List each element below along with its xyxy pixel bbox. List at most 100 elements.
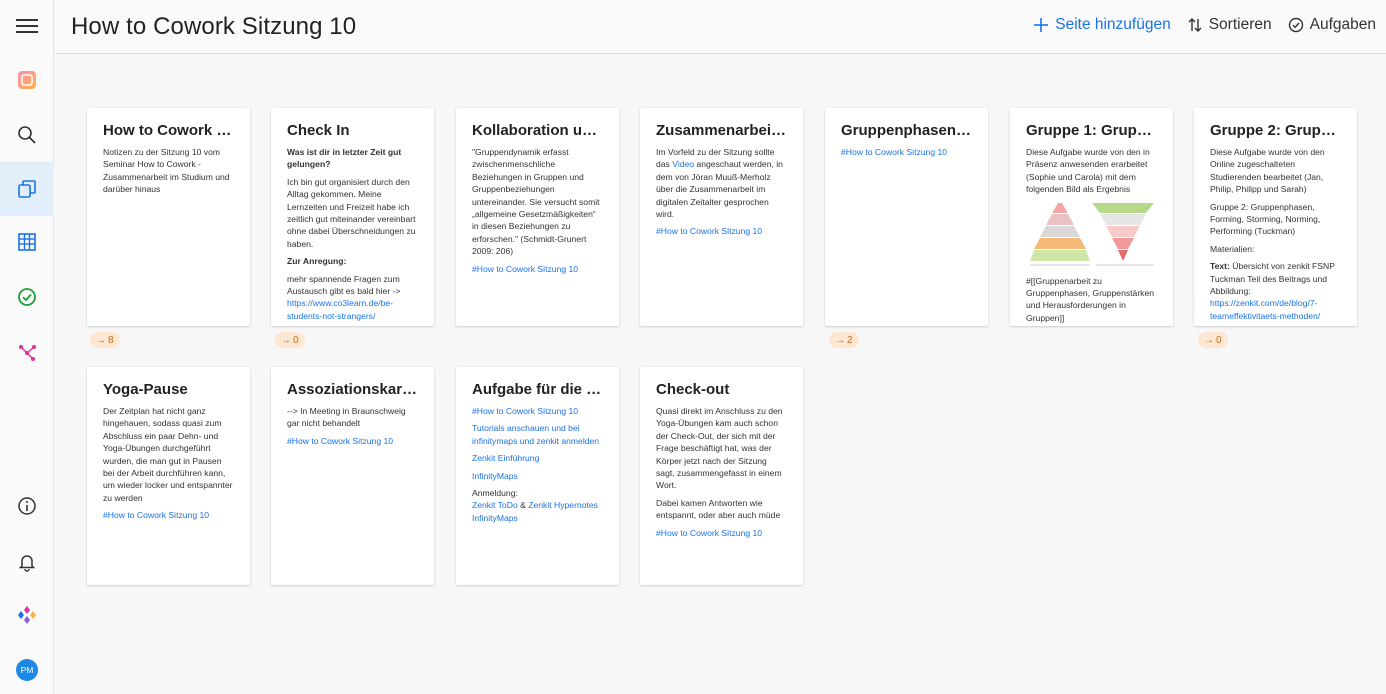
arrow-right-icon: → xyxy=(281,334,291,346)
card-text: Anmeldung: xyxy=(472,488,518,499)
card-title: Check In xyxy=(287,122,350,139)
card-body: --> In Meeting in Braunschweig gar nicht… xyxy=(287,405,418,447)
card-text: Notizen zu der Sitzung 10 vom Seminar Ho… xyxy=(103,147,230,195)
plus-icon xyxy=(1034,18,1049,32)
page-card-how-to-cowork[interactable]: How to Cowork Sitzung 10 Notizen zu der … xyxy=(87,108,250,326)
card-text: Ich bin gut organisiert durch den Alltag… xyxy=(287,176,416,249)
arrow-right-icon: → xyxy=(835,334,845,346)
card-body: #How to Cowork Sitzung 10 Tutorials ansc… xyxy=(472,405,603,524)
card-link[interactable]: Zenkit Einführung xyxy=(472,452,603,464)
page-title: How to Cowork Sitzung 10 xyxy=(71,13,357,40)
card-link[interactable]: Zenkit ToDo xyxy=(472,500,518,510)
card-question: Was ist dir in letzter Zeit gut gelungen… xyxy=(287,147,402,170)
card-body: #How to Cowork Sitzung 10 xyxy=(841,146,972,158)
card-tag[interactable]: #How to Cowork Sitzung 10 xyxy=(287,435,418,447)
card-title: Kollaboration und Kooperation xyxy=(472,122,603,139)
card-link[interactable]: https://www.co3learn.de/be-students-not-… xyxy=(287,298,393,320)
avatar-initials: PM xyxy=(16,659,38,681)
card-tag[interactable]: #How to Cowork Sitzung 10 xyxy=(472,263,603,275)
card-tag[interactable]: #How to Cowork Sitzung 10 xyxy=(656,225,787,237)
page-card-zusammenarbeit[interactable]: Zusammenarbeit im digitalen Zeitalter Im… xyxy=(640,108,803,326)
backlinks-badge[interactable]: → 0 xyxy=(275,332,305,348)
card-title: Aufgabe für die nächste Sitzung xyxy=(472,381,603,398)
check-circle-icon xyxy=(1288,17,1303,33)
sort-arrows-icon xyxy=(1188,18,1202,32)
tasks-check-icon[interactable] xyxy=(0,277,54,317)
card-tag[interactable]: #How to Cowork Sitzung 10 xyxy=(841,146,972,158)
card-subheading: Zur Anregung: xyxy=(287,256,347,267)
card-bold-label: Text: xyxy=(1210,261,1230,272)
tasks-button[interactable]: Aufgaben xyxy=(1288,16,1376,34)
card-text: "Gruppendynamik erfasst zwischenmenschli… xyxy=(472,147,600,257)
card-title: Zusammenarbeit im digitalen Zeitalter xyxy=(656,122,787,139)
card-body: Diese Aufgabe wurde von den Online zuges… xyxy=(1210,146,1341,322)
card-text: Materialien: xyxy=(1210,243,1255,254)
card-body: Im Vorfeld zu der Sitzung sollte das Vid… xyxy=(656,146,787,238)
page-card-gruppe-1[interactable]: Gruppe 1: Gruppenarbeit Diese Aufgabe wu… xyxy=(1010,108,1173,326)
add-page-button[interactable]: Seite hinzufügen xyxy=(1033,16,1171,34)
card-tag[interactable]: #How to Cowork Sitzung 10 xyxy=(656,527,787,539)
menu-icon[interactable] xyxy=(0,6,54,46)
arrow-right-icon: → xyxy=(1204,334,1214,346)
pyramid-diagram-image xyxy=(1030,202,1154,266)
backlinks-badge[interactable]: → 0 xyxy=(1198,332,1228,348)
backlinks-count: 2 xyxy=(847,334,853,346)
page-card-check-out[interactable]: Check-out Quasi direkt im Anschluss zu d… xyxy=(640,367,803,585)
card-text: #[[Gruppenarbeit zu Gruppenphasen, Grupp… xyxy=(1026,275,1155,323)
sidebar: PM xyxy=(0,0,54,694)
card-text: & xyxy=(517,500,529,511)
arrow-right-icon: → xyxy=(96,334,106,346)
card-text: Gruppe 2: Gruppenphasen, Forming, Stormi… xyxy=(1210,201,1321,237)
card-title: Check-out xyxy=(656,381,730,398)
card-text: Diese Aufgabe wurde von den in Präsenz a… xyxy=(1026,147,1150,195)
card-text: Diese Aufgabe wurde von den Online zuges… xyxy=(1210,147,1325,195)
pages-icon[interactable] xyxy=(0,162,54,216)
sort-button[interactable]: Sortieren xyxy=(1187,16,1272,34)
backlinks-badge[interactable]: → 8 xyxy=(90,332,120,348)
card-body: Was ist dir in letzter Zeit gut gelungen… xyxy=(287,146,418,322)
backlinks-count: 0 xyxy=(293,334,299,346)
card-link[interactable]: InfinityMaps xyxy=(472,470,603,482)
page-card-aufgabe[interactable]: Aufgabe für die nächste Sitzung #How to … xyxy=(456,367,619,585)
card-title: Gruppe 1: Gruppenarbeit xyxy=(1026,122,1157,139)
apps-icon[interactable] xyxy=(0,595,54,635)
search-icon[interactable] xyxy=(0,115,54,155)
backlinks-count: 0 xyxy=(1216,334,1222,346)
card-text: --> In Meeting in Braunschweig gar nicht… xyxy=(287,406,406,429)
card-text: mehr spannende Fragen zum Austausch gibt… xyxy=(287,273,401,297)
header-actions: Seite hinzufügen Sortieren Aufgaben xyxy=(1033,16,1376,34)
page-card-gruppenphasen[interactable]: Gruppenphasen, Gruppenstärken #How to Co… xyxy=(825,108,988,326)
info-icon[interactable] xyxy=(0,486,54,526)
page-card-yoga-pause[interactable]: Yoga-Pause Der Zeitplan hat nicht ganz h… xyxy=(87,367,250,585)
backlinks-count: 8 xyxy=(108,334,114,346)
graph-icon[interactable] xyxy=(0,332,54,372)
card-body: Der Zeitplan hat nicht ganz hingehauen, … xyxy=(103,405,234,522)
video-link[interactable]: Video xyxy=(672,159,694,169)
card-text: Dabei kamen Antworten wie entspannt, ode… xyxy=(656,497,781,521)
card-body: Quasi direkt im Anschluss zu den Yoga-Üb… xyxy=(656,405,787,539)
bell-icon[interactable] xyxy=(0,542,54,582)
card-tag[interactable]: #How to Cowork Sitzung 10 xyxy=(103,509,234,521)
backlinks-badge[interactable]: → 2 xyxy=(829,332,859,348)
card-link[interactable]: InfinityMaps xyxy=(472,512,603,524)
sort-label: Sortieren xyxy=(1208,16,1272,33)
avatar[interactable]: PM xyxy=(0,650,54,690)
card-title: Assoziationskarten xyxy=(287,381,418,398)
card-text: Der Zeitplan hat nicht ganz hingehauen, … xyxy=(103,406,233,503)
add-page-label: Seite hinzufügen xyxy=(1055,16,1171,33)
card-text: Quasi direkt im Anschluss zu den Yoga-Üb… xyxy=(656,406,783,491)
notes-app-icon[interactable] xyxy=(0,60,54,100)
table-icon[interactable] xyxy=(0,222,54,262)
card-link[interactable]: Zenkit Hypernotes xyxy=(528,500,598,510)
card-body: "Gruppendynamik erfasst zwischenmenschli… xyxy=(472,146,603,275)
page-card-gruppe-2[interactable]: Gruppe 2: Gruppenphasen Diese Aufgabe wu… xyxy=(1194,108,1357,326)
tasks-label: Aufgaben xyxy=(1309,16,1376,33)
card-title: Gruppenphasen, Gruppenstärken xyxy=(841,122,972,139)
page-card-kollaboration[interactable]: Kollaboration und Kooperation "Gruppendy… xyxy=(456,108,619,326)
card-link[interactable]: https://zenkit.com/de/blog/7-teameffekti… xyxy=(1210,298,1320,320)
card-tag[interactable]: #How to Cowork Sitzung 10 xyxy=(472,405,603,417)
page-card-check-in[interactable]: Check In Was ist dir in letzter Zeit gut… xyxy=(271,108,434,326)
card-link[interactable]: Tutorials anschauen und bei infinitymaps… xyxy=(472,422,603,447)
card-title: Gruppe 2: Gruppenphasen xyxy=(1210,122,1341,139)
page-card-assoziationskarten[interactable]: Assoziationskarten --> In Meeting in Bra… xyxy=(271,367,434,585)
